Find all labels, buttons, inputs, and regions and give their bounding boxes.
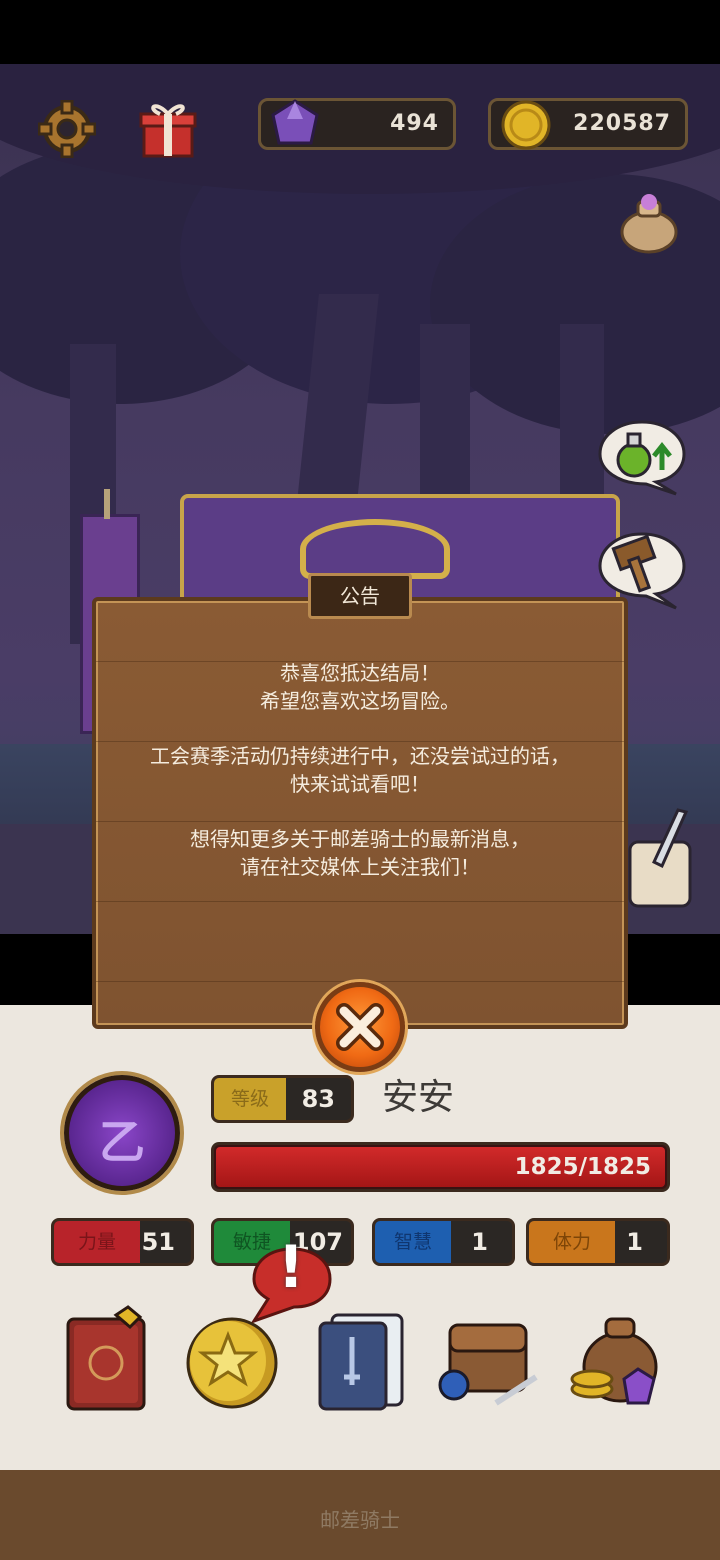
- cards-button[interactable]: [312, 1305, 408, 1415]
- sword-icon: [628, 808, 692, 908]
- coin-icon: [501, 100, 551, 150]
- backpack-icon: [438, 1323, 538, 1406]
- hp-text: 1825/1825: [514, 1154, 651, 1180]
- emblem-glyph: 乙: [99, 1115, 145, 1169]
- footer-ground: 邮差骑士: [0, 1470, 720, 1560]
- bag-icon: [620, 194, 678, 254]
- loot-sack-button[interactable]: [618, 190, 680, 256]
- close-button[interactable]: [315, 982, 405, 1072]
- level-value: 83: [301, 1085, 335, 1113]
- dialog-line: 恭喜您抵达结局！: [280, 661, 440, 685]
- stat-value: 1: [626, 1228, 643, 1256]
- backpack-button[interactable]: [436, 1305, 544, 1415]
- potion-upgrade-button[interactable]: [596, 418, 688, 496]
- stat-value: 51: [141, 1228, 175, 1256]
- coin-count: 220587: [573, 111, 671, 136]
- gem-icon: [271, 99, 319, 145]
- equipment-button[interactable]: [626, 806, 694, 916]
- dialog-line: 希望您喜欢这场冒险。: [260, 689, 460, 713]
- gem-counter: 494: [258, 98, 456, 150]
- level-label: 等级: [214, 1078, 286, 1120]
- star-coin-icon: [186, 1317, 278, 1409]
- dialog-line: 请在社交媒体上关注我们！: [240, 855, 480, 879]
- level-box: 等级 83: [211, 1075, 354, 1123]
- gift-button[interactable]: [138, 100, 198, 160]
- potion-upgrade-icon: [598, 420, 686, 496]
- stat-label: 力量: [54, 1221, 140, 1263]
- player-name: 安安: [382, 1077, 455, 1118]
- settings-button[interactable]: [37, 99, 97, 159]
- dialog-line: 快来试试看吧！: [290, 772, 430, 796]
- alert-glyph: !: [277, 1233, 305, 1301]
- coin-counter: 220587: [488, 98, 688, 150]
- stat-strength: 力量 51: [51, 1218, 194, 1266]
- cards-icon: [318, 1313, 404, 1411]
- stat-stamina: 体力 1: [526, 1218, 670, 1266]
- footer-title: 邮差骑士: [320, 1508, 400, 1532]
- star-coin-button[interactable]: [184, 1305, 280, 1415]
- journal-button[interactable]: [60, 1305, 156, 1415]
- stat-wisdom: 智慧 1: [372, 1218, 515, 1266]
- journal-icon: [66, 1305, 146, 1411]
- hp-bar: 1825/1825: [211, 1142, 670, 1192]
- dialog-line: 工会赛季活动仍持续进行中，还没尝试过的话，: [150, 744, 570, 768]
- status-bar: [0, 0, 720, 64]
- dialog-title: 公告: [308, 573, 412, 619]
- stat-label: 智慧: [375, 1221, 451, 1263]
- stat-label: 体力: [529, 1221, 615, 1263]
- dialog-line: 想得知更多关于邮差骑士的最新消息，: [190, 827, 530, 851]
- gift-icon: [139, 104, 197, 158]
- loot-bag-icon: [570, 1317, 658, 1405]
- gem-count: 494: [390, 111, 439, 136]
- gear-icon: [37, 99, 97, 159]
- stat-value: 1: [471, 1228, 488, 1256]
- loot-bag-button[interactable]: [568, 1305, 664, 1415]
- player-emblem[interactable]: 乙: [64, 1075, 180, 1191]
- close-icon: [336, 1003, 384, 1051]
